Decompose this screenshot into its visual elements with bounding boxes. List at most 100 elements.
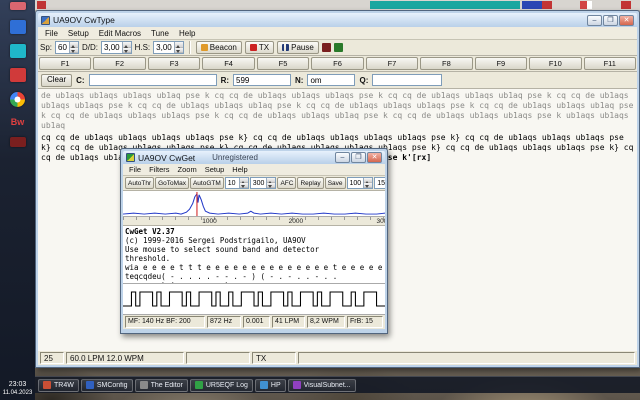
taskbar-item-visualsubnet[interactable]: VisualSubnet...	[288, 379, 356, 392]
speed-spinner[interactable]: 60	[55, 41, 79, 54]
cwtype-titlebar[interactable]: UA9OV CwType – ❐ ✕	[38, 13, 637, 27]
status-filler	[298, 352, 635, 364]
spinner-arrows[interactable]	[266, 178, 275, 188]
pause-label: Pause	[291, 43, 314, 52]
cwget-toolbar: AutoThr GoToMax AutoGTM 10 300 AFC Repla…	[123, 176, 385, 191]
macro-f11[interactable]: F11	[584, 57, 636, 70]
taskbar-icon-blue-app[interactable]	[10, 20, 26, 34]
taskbar-icon-red-app[interactable]	[10, 68, 26, 82]
menu-file[interactable]: File	[125, 165, 145, 174]
minimize-button[interactable]: –	[587, 15, 602, 26]
close-button[interactable]: ✕	[367, 152, 382, 163]
autogtm-button[interactable]: AutoGTM	[190, 177, 224, 189]
macro-f4[interactable]: F4	[202, 57, 254, 70]
taskbar-icon-teal-app[interactable]	[10, 44, 26, 58]
spin-down-icon[interactable]	[364, 183, 372, 188]
macro-f5[interactable]: F5	[257, 57, 309, 70]
taskbar-item-label: SMConfig	[97, 382, 128, 389]
macro-f8[interactable]: F8	[420, 57, 472, 70]
band-spinner[interactable]: 300	[250, 177, 277, 189]
maximize-button[interactable]: ❐	[603, 15, 618, 26]
signal-oscillogram	[123, 284, 385, 315]
browser-icon[interactable]	[10, 92, 25, 107]
taskbar-item-smconfig[interactable]: SMConfig	[81, 379, 133, 392]
call-input[interactable]	[89, 74, 217, 86]
spin-down-icon[interactable]	[267, 183, 275, 188]
rst-input[interactable]	[233, 74, 291, 86]
taskbar-item-editor[interactable]: The Editor	[135, 379, 188, 392]
min-speed-spinner[interactable]: 100	[347, 177, 374, 189]
macro-f1[interactable]: F1	[39, 57, 91, 70]
spinner-arrows[interactable]	[174, 42, 183, 53]
menu-zoom[interactable]: Zoom	[174, 165, 201, 174]
status-empty	[186, 352, 250, 364]
desktop-icon-red-3[interactable]	[621, 1, 631, 9]
menu-file[interactable]: File	[40, 29, 63, 38]
afc-button[interactable]: AFC	[277, 177, 296, 189]
macro-f10[interactable]: F10	[529, 57, 581, 70]
spin-down-icon[interactable]	[123, 48, 131, 54]
macro-f9[interactable]: F9	[475, 57, 527, 70]
name-input[interactable]	[307, 74, 355, 86]
taskbar-item-hp[interactable]: HP	[255, 379, 286, 392]
dash-dot-spinner[interactable]: 3,00	[101, 41, 132, 54]
macro-f7[interactable]: F7	[366, 57, 418, 70]
macro-f2[interactable]: F2	[93, 57, 145, 70]
taskbar-item-tr4w[interactable]: TR4W	[38, 379, 79, 392]
desktop-top-strip	[35, 0, 640, 10]
decoded-line: threshold.	[125, 254, 383, 263]
menu-help[interactable]: Help	[174, 29, 200, 38]
clear-button[interactable]: Clear	[41, 74, 72, 87]
threshold-spinner[interactable]: 10	[225, 177, 249, 189]
menu-setup[interactable]: Setup	[201, 165, 229, 174]
taskbar-icon-dark-red[interactable]	[10, 137, 26, 147]
spin-down-icon[interactable]	[175, 48, 183, 54]
cwget-app-icon	[126, 153, 135, 162]
decoded-text-area[interactable]: CwGet V2.37 (c) 1999-2016 Sergei Podstri…	[123, 226, 385, 284]
macro-f6[interactable]: F6	[311, 57, 363, 70]
menu-setup[interactable]: Setup	[63, 29, 94, 38]
replay-button[interactable]: Replay	[297, 177, 323, 189]
hand-speed-spinner[interactable]: 3,00	[153, 41, 184, 54]
minimize-button[interactable]: –	[335, 152, 350, 163]
autothr-button[interactable]: AutoThr	[125, 177, 154, 189]
beacon-button[interactable]: Beacon	[196, 41, 242, 54]
monitor-icon[interactable]	[334, 43, 343, 52]
menu-tune[interactable]: Tune	[146, 29, 174, 38]
macro-f3[interactable]: F3	[148, 57, 200, 70]
maximize-button[interactable]: ❐	[351, 152, 366, 163]
toolbar-separator	[189, 41, 191, 54]
spin-down-icon[interactable]	[240, 183, 248, 188]
speed-value: 60	[56, 42, 69, 53]
menu-help[interactable]: Help	[228, 165, 251, 174]
pause-button[interactable]: Pause	[277, 41, 319, 54]
spectrum-display[interactable]	[123, 191, 385, 217]
tx-button[interactable]: TX	[245, 41, 274, 54]
received-text: de ub1aqs ub1aqs ub1aqs ub1aq pse k cq c…	[41, 91, 634, 131]
cwtype-title: UA9OV CwType	[53, 15, 115, 25]
tx-icon	[250, 44, 257, 51]
key-icon[interactable]	[322, 43, 331, 52]
menu-edit-macros[interactable]: Edit Macros	[94, 29, 146, 38]
qth-input[interactable]	[372, 74, 442, 86]
spinner-arrows[interactable]	[239, 178, 248, 188]
menu-filters[interactable]: Filters	[145, 165, 173, 174]
gotomax-button[interactable]: GoToMax	[155, 177, 189, 189]
call-label: C:	[76, 76, 84, 85]
taskbar-icon-bw[interactable]: Bw	[0, 117, 35, 127]
taskbar-item-label: HP	[271, 382, 281, 389]
spinner-arrows[interactable]	[363, 178, 372, 188]
spinner-arrows[interactable]	[69, 42, 78, 53]
desktop-icon-red-2[interactable]	[580, 1, 592, 9]
clock: 23:03 11.04.2023	[0, 381, 35, 397]
close-button[interactable]: ✕	[619, 15, 634, 26]
spin-down-icon[interactable]	[70, 48, 78, 54]
save-button[interactable]: Save	[325, 177, 346, 189]
taskbar-item-ur5eqf-log[interactable]: UR5EQF Log	[190, 379, 253, 392]
max-speed-spinner[interactable]: 150	[374, 177, 385, 189]
clock-time: 23:03	[0, 381, 35, 389]
desktop-icon-red-1[interactable]	[542, 1, 552, 9]
cwget-titlebar[interactable]: UA9OV CwGet Unregistered – ❐ ✕	[123, 151, 385, 164]
spinner-arrows[interactable]	[122, 42, 131, 53]
taskbar-icon-pink[interactable]	[10, 2, 26, 10]
